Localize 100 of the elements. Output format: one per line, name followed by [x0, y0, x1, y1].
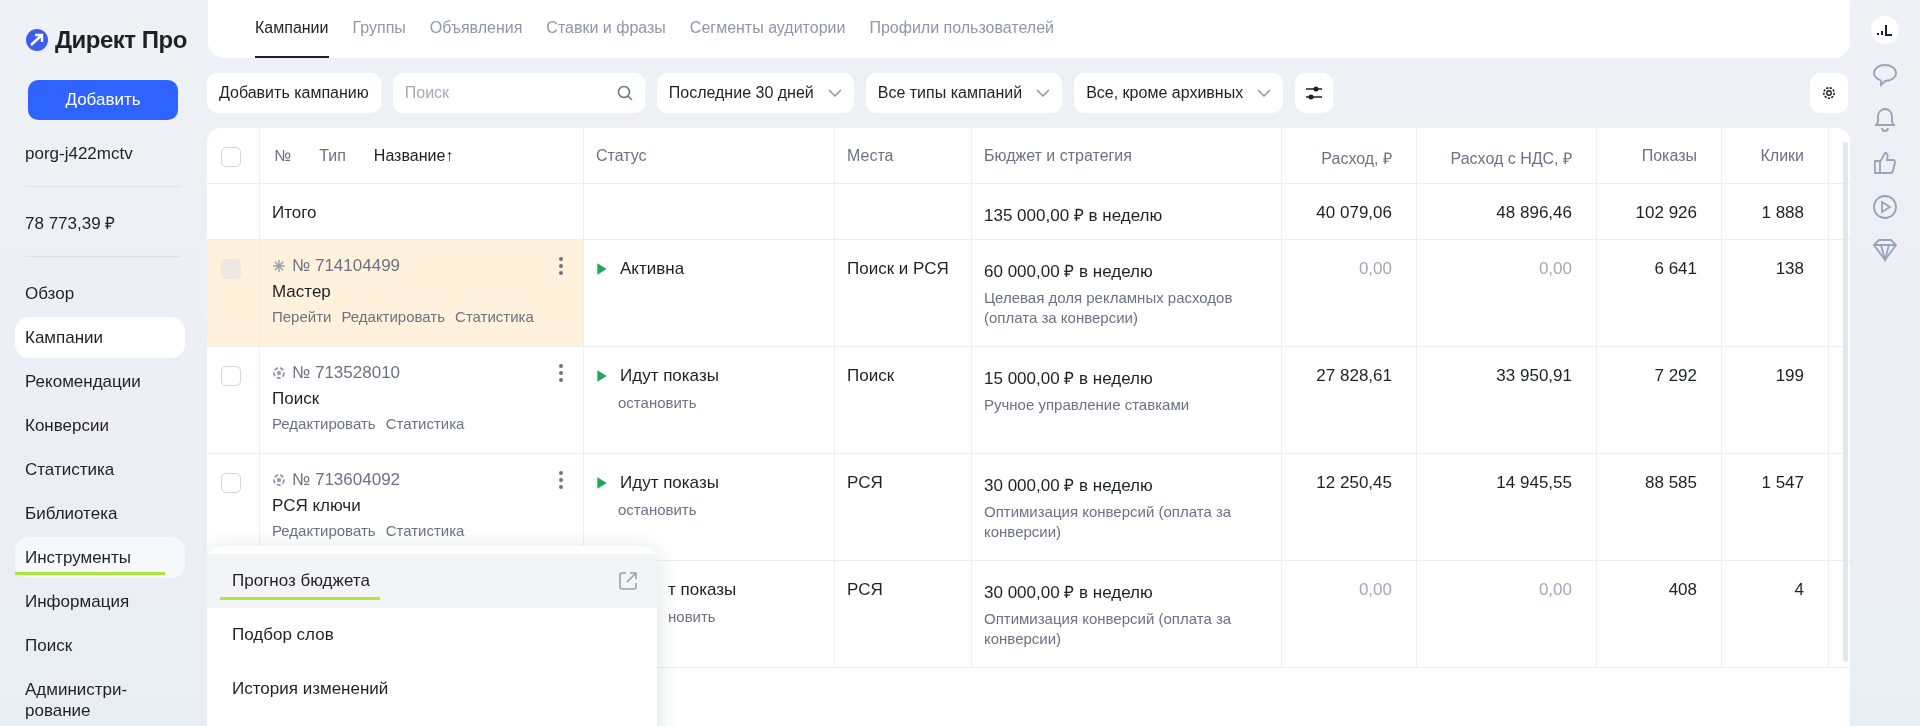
- logo-text: Директ Про: [55, 26, 187, 54]
- checkbox[interactable]: [221, 147, 241, 167]
- tab[interactable]: Кампании: [255, 0, 329, 58]
- sidebar-item[interactable]: Информация: [15, 581, 185, 622]
- more-icon[interactable]: [559, 257, 563, 275]
- table-cell: Поиск и РСЯ: [847, 259, 949, 279]
- more-icon[interactable]: [559, 364, 563, 382]
- table-cell: 0,00: [1358, 580, 1392, 600]
- table-cell: 33 950,91: [1496, 366, 1572, 386]
- checkbox[interactable]: [221, 473, 241, 493]
- column-header[interactable]: Название↑: [373, 147, 454, 165]
- campaign-link[interactable]: Редактировать: [341, 308, 446, 325]
- status-text: т показы: [668, 580, 737, 600]
- sidebar-item[interactable]: Библиотека: [15, 493, 185, 534]
- chevron-down-icon: [1257, 89, 1272, 97]
- sidebar-item[interactable]: Администри-рование: [15, 669, 185, 726]
- campaign-number: № 713604092: [292, 470, 401, 490]
- table-cell: 88 585: [1645, 473, 1697, 493]
- table-cell-text: 135 000,00 ₽ в неделю: [984, 205, 1163, 226]
- column-header[interactable]: №: [274, 147, 292, 165]
- campaign-name[interactable]: РСЯ ключи: [272, 496, 361, 516]
- strategy-text: Оптимизация конверсий (оплата за конверсии): [984, 502, 1233, 542]
- sidebar-item[interactable]: Кампании: [15, 317, 185, 358]
- logo-icon: [25, 28, 49, 52]
- chevron-down-icon: [1036, 89, 1051, 97]
- menu-item[interactable]: Прогноз бюджета: [207, 554, 657, 608]
- campaign-link[interactable]: Статистика: [385, 522, 465, 539]
- play-circle-icon[interactable]: [1872, 194, 1898, 220]
- column-header[interactable]: Места: [847, 147, 894, 165]
- column-header[interactable]: Расход с НДС, ₽: [1450, 147, 1572, 169]
- bell-icon[interactable]: [1873, 106, 1897, 132]
- sidebar-item[interactable]: Рекомендации: [15, 361, 185, 402]
- stop-link[interactable]: остановить: [618, 394, 697, 411]
- add-button[interactable]: Добавить: [28, 80, 178, 120]
- sidebar-item[interactable]: Конверсии: [15, 405, 185, 446]
- strategy-text: Оптимизация конверсий (оплата за конверсии): [984, 609, 1233, 649]
- status-text: Идут показы: [620, 473, 719, 493]
- filter-dropdown[interactable]: Все, кроме архивных: [1074, 73, 1284, 113]
- tab[interactable]: Профили пользователей: [869, 0, 1055, 58]
- table-cell: 1 888: [1761, 203, 1804, 223]
- target-icon: [272, 366, 286, 380]
- tab[interactable]: Ставки и фразы: [546, 0, 666, 58]
- menu-item[interactable]: История изменений: [207, 662, 657, 716]
- sidebar-item[interactable]: Инструменты: [15, 537, 185, 578]
- campaign-link[interactable]: Статистика: [385, 415, 465, 432]
- search-icon: [616, 85, 633, 101]
- filter-dropdown[interactable]: Все типы кампаний: [865, 73, 1063, 113]
- stop-link[interactable]: новить: [668, 608, 716, 625]
- sliders-icon: [1305, 85, 1324, 101]
- table-cell: 40 079,06: [1316, 203, 1392, 223]
- scrollbar[interactable]: [1843, 142, 1848, 662]
- table-cell-text: 15 000,00 ₽ в неделю: [984, 368, 1153, 389]
- column-header[interactable]: Клики: [1760, 147, 1804, 165]
- table-cell: 0,00: [1538, 259, 1572, 279]
- campaign-number: № 714104499: [292, 256, 401, 276]
- campaign-link[interactable]: Перейти: [272, 308, 332, 325]
- campaign-name[interactable]: Поиск: [272, 389, 320, 409]
- search-field[interactable]: Поиск: [392, 73, 645, 113]
- table-cell: 0,00: [1358, 259, 1392, 279]
- table-cell-text: 60 000,00 ₽ в неделю: [984, 261, 1153, 282]
- table-cell: 1 547: [1761, 473, 1804, 493]
- menu-item[interactable]: Подбор слов: [207, 608, 657, 662]
- sidebar-item[interactable]: Статистика: [15, 449, 185, 490]
- column-header[interactable]: Бюджет и стратегия: [984, 147, 1132, 165]
- campaign-name[interactable]: Мастер: [272, 282, 331, 302]
- strategy-text: Целевая доля рекламных расходов (оплата за конверсии): [984, 288, 1234, 328]
- table-cell: 6 641: [1654, 259, 1697, 279]
- campaign-link[interactable]: Статистика: [455, 308, 534, 325]
- account-name[interactable]: porg-j422mctv: [15, 120, 205, 186]
- campaign-link[interactable]: Редактировать: [272, 522, 376, 539]
- column-header[interactable]: Показы: [1641, 147, 1697, 165]
- diamond-icon[interactable]: [1872, 238, 1898, 262]
- settings-button[interactable]: [1810, 73, 1848, 113]
- add-campaign-button[interactable]: Добавить кампанию: [207, 73, 381, 113]
- thumbs-up-icon[interactable]: [1872, 150, 1898, 176]
- table-cell: 12 250,45: [1316, 473, 1392, 493]
- filter-dropdown[interactable]: Последние 30 дней: [656, 73, 854, 113]
- column-header[interactable]: Статус: [596, 147, 647, 165]
- table-cell-text: 30 000,00 ₽ в неделю: [984, 582, 1153, 603]
- play-icon: [596, 262, 608, 276]
- table-cell: 102 926: [1635, 203, 1697, 223]
- stop-link[interactable]: остановить: [618, 501, 697, 518]
- statistics-icon[interactable]: [1871, 16, 1899, 44]
- table-cell: РСЯ: [847, 580, 883, 600]
- tab[interactable]: Группы: [352, 0, 406, 58]
- more-icon[interactable]: [559, 471, 563, 489]
- tab[interactable]: Объявления: [429, 0, 523, 58]
- filter-settings-button[interactable]: [1295, 73, 1334, 113]
- campaign-link[interactable]: Редактировать: [272, 415, 376, 432]
- sidebar-item[interactable]: Обзор: [15, 273, 185, 314]
- tab[interactable]: Сегменты аудитории: [689, 0, 846, 58]
- column-header[interactable]: Тип: [319, 147, 346, 165]
- column-header[interactable]: Расход, ₽: [1321, 147, 1392, 169]
- sidebar-item[interactable]: Поиск: [15, 625, 185, 666]
- table-cell: 4: [1794, 580, 1804, 600]
- chat-icon[interactable]: [1872, 62, 1898, 88]
- table-cell: 48 896,46: [1496, 203, 1572, 223]
- sparkle-icon: [272, 259, 286, 273]
- checkbox[interactable]: [221, 366, 241, 386]
- chevron-down-icon: [827, 89, 842, 97]
